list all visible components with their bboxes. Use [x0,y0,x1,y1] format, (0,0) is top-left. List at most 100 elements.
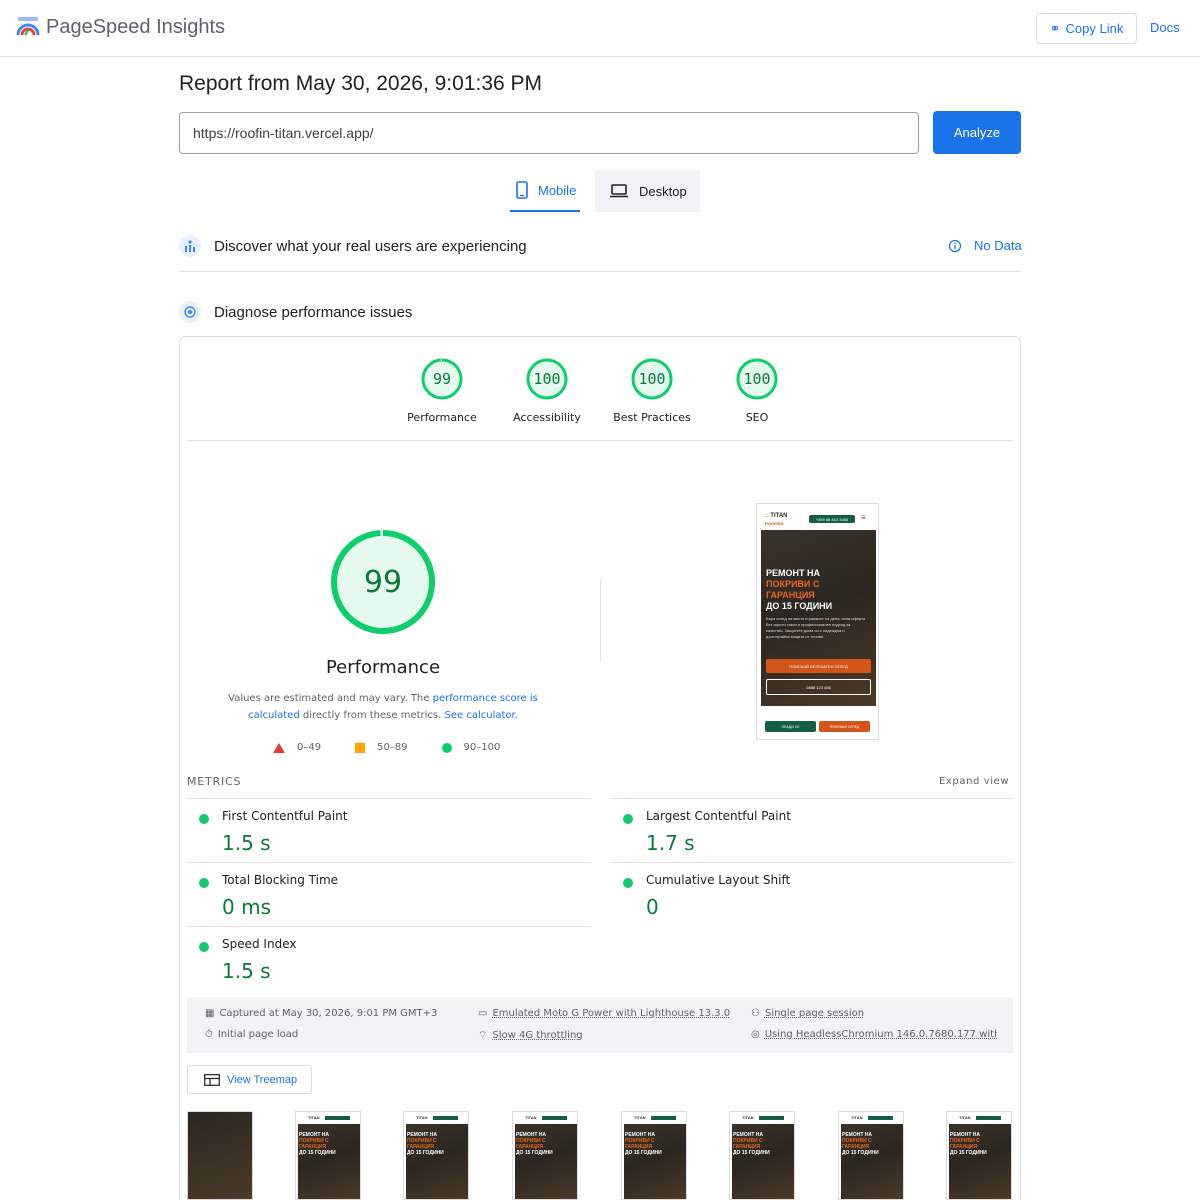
throttle-text: Slow 4G throttling [492,1030,583,1041]
final-screenshot[interactable]: ⌂ TITAN ROOFING +359 88 812 3456 ≡ РЕМОН… [756,503,879,740]
device-text: Emulated Moto G Power with Lighthouse 13… [492,1008,731,1019]
filmstrip-frame: TITAN РЕМОНТ НА ПОКРИВИ С ГАРАНЦИЯ ДО 15 ГО… [403,1111,469,1200]
metric-value: 1.7 s [646,831,695,855]
metric-value: 0 ms [222,895,271,919]
wifi-icon: ⌔ [478,1030,488,1041]
metric-lcp: Largest Contentful Paint 1.7 s [611,809,1011,859]
diagnose-title: Diagnose performance issues [214,303,413,321]
report-title: Report from May 30, 2026, 9:01:36 PM [179,72,543,95]
pass-dot-icon [623,878,633,888]
score-label: Best Practices [613,411,691,424]
frame-header: TITAN [296,1112,360,1124]
score-label: SEO [745,411,769,424]
frame-heading: РЕМОНТ НА ПОКРИВИ С ГАРАНЦИЯ ДО 15 ГОДИНИ [516,1132,553,1156]
gauge-best-practices[interactable]: 100 Best Practices [597,357,707,424]
frame-heading: РЕМОНТ НА ПОКРИВИ С ГАРАНЦИЯ ДО 15 ГОДИНИ [625,1132,662,1156]
tab-desktop[interactable]: Desktop [595,170,700,212]
runtime-settings: ▦ Captured at May 30, 2026, 9:01 PM GMT+… [187,997,1013,1053]
frame-call-button [542,1116,567,1120]
preview-body: Бърз оглед на място в рамките на деня, я… [766,616,866,639]
view-treemap-button[interactable]: View Treemap [187,1065,312,1094]
captured-text: Captured at May 30, 2026, 9:01 PM GMT+3 [219,1008,438,1019]
score-legend: 0–49 50–89 90–100 [273,742,534,753]
note-middle: directly from these metrics. [299,710,445,721]
metric-divider [610,798,1013,799]
filmstrip-frame: TITAN РЕМОНТ НА ПОКРИВИ С ГАРАНЦИЯ ДО 15 ГО… [621,1111,687,1200]
no-data-indicator[interactable]: No Data [948,238,1022,253]
metric-tbt: Total Blocking Time 0 ms [187,873,587,923]
frame-heading: РЕМОНТ НА ПОКРИВИ С ГАРАНЦИЯ ДО 15 ГОДИНИ [950,1132,987,1156]
chrome-icon: ◎ [751,1029,760,1040]
performance-score: 99 [363,564,403,600]
frame-call-button [759,1116,784,1120]
runtime-throttle[interactable]: ⌔ Slow 4G throttling [478,1029,583,1042]
runtime-browser[interactable]: ◎ Using HeadlessChromium 146.0.7680.177 … [751,1029,997,1040]
no-data-label: No Data [974,238,1022,253]
frame-header: TITAN [730,1112,794,1124]
frame-header: TITAN [947,1112,1011,1124]
preview-hero: РЕМОНТ НА ПОКРИВИ С ГАРАНЦИЯ ДО 15 ГОДИН… [761,530,876,706]
fail-triangle-icon [273,742,285,753]
treemap-label: View Treemap [227,1073,298,1086]
expand-view-toggle[interactable]: Expand view [939,776,1009,787]
gauge-performance[interactable]: 99 Performance [387,357,497,424]
tab-mobile[interactable]: Mobile [510,170,580,212]
frame-header: TITAN [404,1112,468,1124]
session-text: Single page session [764,1008,865,1019]
performance-note: Values are estimated and may vary. The p… [203,690,563,724]
frame-header: TITAN [513,1112,577,1124]
filmstrip-frame: TITAN РЕМОНТ НА ПОКРИВИ С ГАРАНЦИЯ ДО 15 ГО… [946,1111,1012,1200]
metric-divider [187,926,591,927]
metrics-header: METRICS [187,775,242,788]
docs-link[interactable]: Docs [1150,20,1180,35]
tab-desktop-label: Desktop [639,183,687,199]
gauge-seo[interactable]: 100 SEO [702,357,812,424]
metric-value: 0 [646,895,659,919]
filmstrip-frame [187,1111,253,1200]
average-square-icon [355,742,366,753]
preview-brand-name: TITAN [770,513,788,519]
frame-heading: РЕМОНТ НА ПОКРИВИ С ГАРАНЦИЯ ДО 15 ГОДИНИ [733,1132,770,1156]
initial-load-text: Initial page load [217,1029,299,1040]
analyze-button[interactable]: Analyze [933,111,1021,154]
runtime-captured: ▦ Captured at May 30, 2026, 9:01 PM GMT+… [205,1008,437,1019]
preview-footer-call: ОБАДИ СЕ [765,721,816,732]
home-icon: ⌂ [765,513,769,519]
frame-brand: TITAN [742,1115,754,1120]
runtime-session[interactable]: ⚇ Single page session [751,1008,864,1019]
discover-title: Discover what your real users are experi… [214,237,527,255]
metric-name: Speed Index [222,937,297,951]
diagnose-section: Diagnose performance issues [179,300,1021,324]
score-value: 99 [432,370,452,388]
pass-circle-icon [441,742,452,753]
performance-title: Performance [325,657,441,678]
legend-pass-label: 90–100 [463,742,501,753]
browser-text: Using HeadlessChromium 146.0.7680.177 wi… [764,1029,997,1040]
runtime-device[interactable]: ▭ Emulated Moto G Power with Lighthouse … [478,1008,730,1019]
score-ring: 100 [630,357,674,401]
preview-footer-offer: ПОИСКАЙ ОГЛЕД [819,721,870,732]
frame-brand: TITAN [634,1115,646,1120]
score-ring: 99 [420,357,464,401]
gauge-accessibility[interactable]: 100 Accessibility [492,357,602,424]
frame-header: TITAN [622,1112,686,1124]
copy-link-button[interactable]: ⚭ Copy Link [1036,13,1137,44]
url-input[interactable] [179,112,919,154]
frame-heading: РЕМОНТ НА ПОКРИВИ С ГАРАНЦИЯ ДО 15 ГОДИНИ [842,1132,879,1156]
score-ring: 100 [525,357,569,401]
metric-name: Total Blocking Time [222,873,339,887]
frame-call-button [433,1116,458,1120]
see-calculator-link[interactable]: See calculator. [445,710,518,721]
score-value: 100 [638,370,666,388]
metric-name: Largest Contentful Paint [646,809,791,823]
metric-divider [610,862,1013,863]
metric-divider [187,798,591,799]
score-label: Accessibility [513,411,581,424]
metric-value: 1.5 s [222,959,271,983]
top-bar: PageSpeed Insights ⚭ Copy Link Docs [0,0,1200,57]
legend-fail-label: 0–49 [297,742,322,753]
filmstrip-frame: TITAN РЕМОНТ НА ПОКРИВИ С ГАРАНЦИЯ ДО 15 ГО… [729,1111,795,1200]
diagnose-icon [179,301,201,323]
metric-speed-index: Speed Index 1.5 s [187,937,587,987]
pass-dot-icon [199,942,209,952]
